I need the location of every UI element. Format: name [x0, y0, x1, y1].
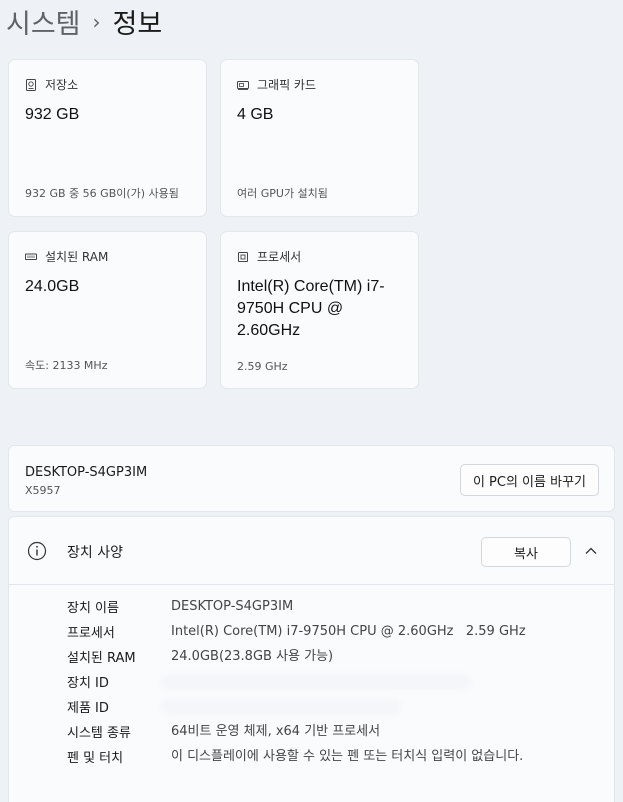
device-specifications-title: 장치 사양 — [67, 545, 123, 561]
ram-card: 설치된 RAM 24.0GB 속도: 2133 MHz — [8, 231, 207, 389]
ram-label: 설치된 RAM — [45, 250, 109, 264]
device-name: DESKTOP-S4GP3IM — [25, 465, 148, 480]
info-icon — [27, 541, 47, 561]
graphics-card: 그래픽 카드 4 GB 여러 GPU가 설치됨 — [220, 59, 419, 217]
storage-card-header: 저장소 — [25, 76, 78, 93]
spec-label-device-id: 장치 ID — [67, 676, 109, 691]
graphics-gpu-info: 여러 GPU가 설치됨 — [237, 187, 328, 200]
ram-icon — [25, 253, 37, 260]
spec-value-system-type[interactable]: 64비트 운영 체제, x64 기반 프로세서 — [171, 722, 591, 741]
spec-label-processor: 프로세서 — [67, 626, 115, 641]
processor-card: 프로세서 Intel(R) Core(TM) i7-9750H CPU @ 2.… — [220, 231, 419, 389]
processor-speed: 2.59 GHz — [237, 360, 288, 373]
ram-speed: 속도: 2133 MHz — [25, 359, 108, 372]
breadcrumb-system[interactable]: 시스템 — [6, 2, 81, 41]
processor-card-header: 프로세서 — [237, 248, 301, 265]
about-page: 시스템 › 정보 저장소 932 GB 932 GB 중 56 GB이(가) 사… — [0, 0, 623, 802]
spec-value-device-name[interactable]: DESKTOP-S4GP3IM — [171, 597, 591, 616]
device-model: X5957 — [25, 484, 61, 497]
spec-value-device-id-redacted — [161, 674, 471, 690]
page-title: 정보 — [112, 8, 163, 40]
chevron-up-icon[interactable] — [584, 544, 598, 558]
copy-button[interactable]: 복사 — [481, 537, 571, 567]
spec-label-product-id: 제품 ID — [67, 701, 109, 716]
storage-usage: 932 GB 중 56 GB이(가) 사용됨 — [25, 187, 179, 200]
spec-value-ram[interactable]: 24.0GB(23.8GB 사용 가능) — [171, 647, 591, 666]
storage-label: 저장소 — [45, 78, 79, 92]
device-name-section: DESKTOP-S4GP3IM X5957 이 PC의 이름 바꾸기 — [8, 445, 615, 512]
processor-value: Intel(R) Core(TM) i7-9750H CPU @ 2.60GHz — [237, 278, 385, 339]
breadcrumb-separator: › — [92, 10, 101, 34]
rename-pc-button[interactable]: 이 PC의 이름 바꾸기 — [459, 464, 599, 496]
ram-value: 24.0GB — [25, 278, 80, 295]
processor-icon — [238, 251, 248, 262]
storage-value: 932 GB — [25, 106, 80, 123]
spec-label-ram: 설치된 RAM — [67, 651, 136, 666]
spec-label-pen-touch: 펜 및 터치 — [67, 751, 124, 766]
device-specifications-panel: 장치 사양 복사 장치 이름 DESKTOP-S4GP3IM 프로세서 Inte… — [8, 516, 615, 802]
spec-value-processor[interactable]: Intel(R) Core(TM) i7-9750H CPU @ 2.60GHz… — [171, 622, 591, 641]
graphics-card-header: 그래픽 카드 — [237, 76, 316, 93]
spec-value-pen-touch[interactable]: 이 디스플레이에 사용할 수 있는 펜 또는 터치식 입력이 없습니다. — [171, 747, 571, 766]
device-specifications-header[interactable]: 장치 사양 복사 — [9, 517, 614, 585]
breadcrumb: 시스템 › 정보 — [6, 2, 162, 40]
spec-value-product-id-redacted — [161, 699, 401, 715]
graphics-card-icon — [237, 80, 249, 90]
storage-icon — [26, 78, 36, 91]
ram-card-header: 설치된 RAM — [25, 248, 108, 265]
storage-card: 저장소 932 GB 932 GB 중 56 GB이(가) 사용됨 — [8, 59, 207, 217]
processor-label: 프로세서 — [257, 250, 302, 264]
spec-label-device-name: 장치 이름 — [67, 601, 119, 616]
spec-label-system-type: 시스템 종류 — [67, 726, 131, 741]
graphics-label: 그래픽 카드 — [257, 78, 317, 92]
graphics-value: 4 GB — [237, 106, 274, 123]
